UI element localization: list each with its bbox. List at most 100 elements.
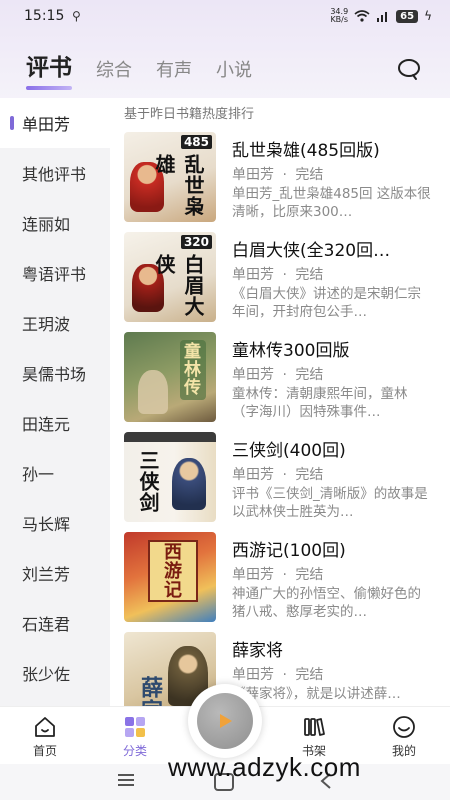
book-title: 三侠剑(400回) bbox=[232, 441, 346, 461]
network-speed-unit: KB/s bbox=[330, 15, 349, 24]
sidebar-item-other-pingshu[interactable]: 其他评书 bbox=[0, 148, 110, 198]
signal-icon bbox=[377, 12, 388, 22]
meta-separator: · bbox=[282, 367, 287, 383]
sidebar-item-haoru-shuchang[interactable]: 昊儒书场 bbox=[0, 348, 110, 398]
book-item[interactable]: 薛家 薛家将 单田芳 · 完结 《薛家将》，就是以讲述薛… bbox=[124, 632, 444, 706]
book-item[interactable]: 童林传 童林传300回版 单田芳 · 完结 童林传：清朝康熙年间，童林（字海川）… bbox=[124, 332, 444, 424]
network-speed: 34.9 KB/s bbox=[330, 8, 348, 24]
book-status: 完结 bbox=[295, 467, 324, 483]
play-icon bbox=[220, 714, 232, 728]
cover-title: 三侠剑 bbox=[136, 450, 160, 513]
book-cover[interactable]: 西游记 bbox=[124, 532, 216, 622]
meta-separator: · bbox=[282, 567, 287, 583]
watermark-text: www.adzyk.com bbox=[168, 752, 361, 782]
book-description: 评书《三侠剑_清晰版》的故事是以武林侠士胜英为… bbox=[232, 486, 428, 520]
book-description: 童林传：清朝康熙年间，童林（字海川）因特殊事件… bbox=[232, 386, 408, 420]
book-status: 完结 bbox=[295, 267, 324, 283]
nav-profile[interactable]: 我的 bbox=[374, 715, 434, 759]
nav-category-label: 分类 bbox=[122, 744, 147, 758]
nav-profile-label: 我的 bbox=[391, 744, 416, 758]
home-icon bbox=[35, 717, 55, 737]
meta-separator: · bbox=[282, 267, 287, 283]
top-tabs: 评书 综合 有声 小说 bbox=[26, 48, 252, 90]
bookshelf-icon bbox=[304, 718, 325, 736]
cover-episode-tag: 485 bbox=[180, 135, 212, 149]
book-status: 完结 bbox=[295, 567, 324, 583]
cover-title: 乱世枭雄 bbox=[152, 154, 205, 217]
cover-title: 西游记 bbox=[161, 542, 182, 599]
book-author: 单田芳 bbox=[232, 367, 274, 383]
charging-icon: ϟ bbox=[424, 9, 432, 23]
book-description: 神通广大的孙悟空、偷懒好色的猪八戒、憨厚老实的… bbox=[232, 586, 421, 620]
book-author: 单田芳 bbox=[232, 267, 274, 283]
play-disc bbox=[197, 693, 253, 749]
book-item[interactable]: 三侠剑 三侠剑(400回) 单田芳 · 完结 评书《三侠剑_清晰版》的故事是以武… bbox=[124, 432, 444, 524]
battery-icon: 65 bbox=[396, 9, 419, 23]
nav-home-label: 首页 bbox=[32, 744, 57, 758]
tab-xiaoshuo[interactable]: 小说 bbox=[216, 56, 252, 88]
book-description: 《白眉大侠》讲述的是宋朝仁宗年间，开封府包公手… bbox=[232, 286, 421, 320]
sidebar-item-ma-changhui[interactable]: 马长辉 bbox=[0, 498, 110, 548]
book-status: 完结 bbox=[295, 667, 324, 683]
status-icons: 34.9 KB/s 65 ϟ bbox=[330, 8, 432, 24]
sidebar-item-sun-yi[interactable]: 孙一 bbox=[0, 448, 110, 498]
book-cover[interactable]: 童林传 bbox=[124, 332, 216, 422]
tab-yousheng[interactable]: 有声 bbox=[156, 56, 192, 88]
usb-icon: ⚲ bbox=[72, 9, 81, 23]
book-author: 单田芳 bbox=[232, 167, 274, 183]
meta-separator: · bbox=[282, 467, 287, 483]
meta-separator: · bbox=[282, 667, 287, 683]
sidebar-item-dan-tianfang[interactable]: 单田芳 bbox=[0, 98, 110, 148]
book-title: 白眉大侠(全320回… bbox=[232, 241, 391, 261]
book-cover[interactable]: 485 乱世枭雄 bbox=[124, 132, 216, 222]
nav-home[interactable]: 首页 bbox=[15, 715, 75, 759]
book-meta: 单田芳 · 完结 bbox=[232, 464, 323, 484]
sidebar-item-shi-lianjun[interactable]: 石连君 bbox=[0, 598, 110, 648]
play-button[interactable] bbox=[188, 684, 262, 758]
book-item[interactable]: 485 乱世枭雄 乱世枭雄(485回版) 单田芳 · 完结 单田芳_乱世枭雄48… bbox=[124, 132, 444, 224]
book-status: 完结 bbox=[295, 167, 324, 183]
profile-icon bbox=[393, 716, 415, 738]
sidebar-item-cantonese-pingshu[interactable]: 粤语评书 bbox=[0, 248, 110, 298]
book-meta: 单田芳 · 完结 bbox=[232, 664, 323, 684]
search-icon[interactable] bbox=[396, 56, 422, 82]
cover-episode-tag: 320 bbox=[180, 235, 212, 249]
book-meta: 单田芳 · 完结 bbox=[232, 264, 323, 284]
category-icon bbox=[125, 717, 145, 737]
book-description: 单田芳_乱世枭雄485回 这版本很清晰，比原来300… bbox=[232, 186, 431, 220]
sidebar-item-wang-yuebo[interactable]: 王玥波 bbox=[0, 298, 110, 348]
book-cover[interactable]: 三侠剑 bbox=[124, 432, 216, 522]
book-status: 完结 bbox=[295, 367, 324, 383]
sidebar-item-zhang-shaozuo[interactable]: 张少佐 bbox=[0, 648, 110, 698]
book-title: 薛家将 bbox=[232, 641, 283, 661]
book-item[interactable]: 320 白眉大侠 白眉大侠(全320回… 单田芳 · 完结 《白眉大侠》讲述的是… bbox=[124, 232, 444, 324]
menu-icon[interactable] bbox=[116, 772, 136, 788]
tab-zonghe[interactable]: 综合 bbox=[96, 56, 132, 88]
meta-separator: · bbox=[282, 167, 287, 183]
status-bar: 15:15 ⚲ 34.9 KB/s 65 ϟ bbox=[0, 0, 450, 34]
sidebar-item-tian-lianyuan[interactable]: 田连元 bbox=[0, 398, 110, 448]
book-title: 西游记(100回) bbox=[232, 541, 346, 561]
ranking-caption: 基于昨日书籍热度排行 bbox=[124, 107, 255, 122]
book-author: 单田芳 bbox=[232, 467, 274, 483]
nav-category[interactable]: 分类 bbox=[105, 715, 165, 759]
sidebar-item-liu-lanfang[interactable]: 刘兰芳 bbox=[0, 548, 110, 598]
book-meta: 单田芳 · 完结 bbox=[232, 364, 323, 384]
tab-pingshu[interactable]: 评书 bbox=[26, 48, 72, 90]
book-meta: 单田芳 · 完结 bbox=[232, 164, 323, 184]
book-description: 《薛家将》，就是以讲述薛… bbox=[232, 686, 401, 702]
book-item[interactable]: 西游记 西游记(100回) 单田芳 · 完结 神通广大的孙悟空、偷懒好色的猪八戒… bbox=[124, 532, 444, 624]
book-list-panel: 基于昨日书籍热度排行 485 乱世枭雄 乱世枭雄(485回版) 单田芳 · 完结… bbox=[110, 98, 450, 706]
sidebar-item-lian-liru[interactable]: 连丽如 bbox=[0, 198, 110, 248]
wifi-icon bbox=[354, 10, 370, 22]
book-meta: 单田芳 · 完结 bbox=[232, 564, 323, 584]
app-root: 15:15 ⚲ 34.9 KB/s 65 ϟ 评书 综合 有声 小说 单田芳 其… bbox=[0, 0, 450, 800]
category-sidebar: 单田芳 其他评书 连丽如 粤语评书 王玥波 昊儒书场 田连元 孙一 马长辉 刘兰… bbox=[0, 98, 110, 706]
book-cover[interactable]: 320 白眉大侠 bbox=[124, 232, 216, 322]
book-title: 乱世枭雄(485回版) bbox=[232, 141, 380, 161]
cover-title: 薛家 bbox=[137, 676, 163, 706]
status-time: 15:15 bbox=[24, 8, 65, 24]
book-author: 单田芳 bbox=[232, 567, 274, 583]
cover-title: 白眉大侠 bbox=[152, 254, 205, 317]
cover-title: 童林传 bbox=[180, 342, 200, 396]
